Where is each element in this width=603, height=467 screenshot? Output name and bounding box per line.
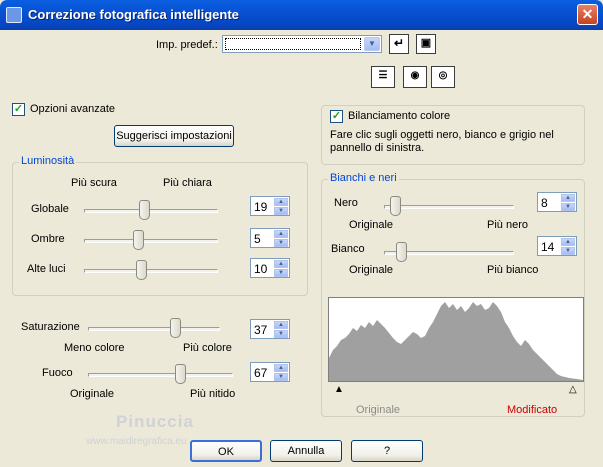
focus-slider-thumb[interactable]	[175, 364, 187, 384]
black-slider-track[interactable]	[384, 205, 514, 209]
spin-up-icon[interactable]: ▲	[274, 321, 288, 329]
ok-button[interactable]: OK	[190, 440, 262, 462]
color-balance-label: Bilanciamento colore	[348, 110, 451, 122]
saturation-max-label: Più colore	[183, 342, 232, 354]
white-max-label: Più bianco	[487, 264, 539, 276]
black-spinbox[interactable]: 8 ▲ ▼	[537, 192, 577, 212]
advanced-options-label: Opzioni avanzate	[30, 103, 115, 115]
white-min-label: Originale	[349, 264, 394, 276]
shadows-slider-track[interactable]	[84, 239, 218, 243]
color-balance-description-1: Fare clic sugli oggetti nero, bianco e g…	[330, 129, 554, 141]
highlights-spinbox[interactable]: 10 ▲ ▼	[250, 258, 290, 278]
global-slider-track[interactable]	[84, 209, 218, 213]
global-value: 19	[254, 200, 268, 214]
watermark-url: www.maidiregrafica.eu	[86, 436, 187, 447]
spin-up-icon[interactable]: ▲	[561, 238, 575, 246]
black-slider-thumb[interactable]	[389, 196, 401, 216]
shadows-value: 5	[254, 232, 261, 246]
histogram-modified-label: Modificato	[507, 404, 558, 416]
spin-up-icon[interactable]: ▲	[561, 194, 575, 202]
spin-up-icon[interactable]: ▲	[274, 230, 288, 238]
saturation-label: Saturazione	[21, 321, 80, 333]
spin-down-icon[interactable]: ▼	[561, 203, 575, 211]
help-button[interactable]: ?	[351, 440, 423, 462]
global-spinbox[interactable]: 19 ▲ ▼	[250, 196, 290, 216]
saturation-slider-thumb[interactable]	[170, 318, 182, 338]
spin-down-icon[interactable]: ▼	[274, 373, 288, 381]
white-label: Bianco	[331, 243, 365, 255]
highlights-value: 10	[254, 262, 268, 276]
spin-down-icon[interactable]: ▼	[274, 207, 288, 215]
focus-slider-track[interactable]	[88, 373, 233, 377]
color-balance-description-2: pannello di sinistra.	[330, 142, 425, 154]
histogram-graph	[329, 302, 583, 381]
split-view-icon[interactable]: ☰	[371, 66, 395, 88]
reset-arrow-icon[interactable]: ↵	[389, 34, 409, 54]
shadows-slider-thumb[interactable]	[133, 230, 145, 250]
global-label: Globale	[31, 203, 69, 215]
white-point-marker-icon[interactable]: △	[569, 385, 577, 395]
spin-down-icon[interactable]: ▼	[274, 330, 288, 338]
highlights-slider-thumb[interactable]	[135, 260, 147, 280]
white-spinbox[interactable]: 14 ▲ ▼	[537, 236, 577, 256]
brightness-group-title: Luminosità	[19, 155, 77, 167]
save-disk-icon[interactable]: ▣	[416, 34, 436, 54]
cancel-button[interactable]: Annulla	[270, 440, 342, 462]
title-bar: Correzione fotografica intelligente ✕	[0, 0, 603, 30]
saturation-min-label: Meno colore	[64, 342, 125, 354]
darker-label: Più scura	[71, 177, 117, 189]
histogram-original-label: Originale	[356, 404, 401, 416]
black-white-group-title: Bianchi e neri	[328, 172, 399, 184]
spin-down-icon[interactable]: ▼	[561, 247, 575, 255]
suggest-settings-button[interactable]: Suggerisci impostazioni	[114, 125, 234, 147]
black-value: 8	[541, 196, 548, 210]
eye-dropper-icon[interactable]: ◉	[403, 66, 427, 88]
lighter-label: Più chiara	[163, 177, 212, 189]
black-max-label: Più nero	[487, 219, 528, 231]
global-slider-thumb[interactable]	[139, 200, 151, 220]
shadows-spinbox[interactable]: 5 ▲ ▼	[250, 228, 290, 248]
histogram-fill	[329, 302, 583, 381]
shadows-label: Ombre	[31, 233, 65, 245]
saturation-slider-track[interactable]	[88, 327, 220, 331]
histogram	[328, 297, 584, 382]
black-min-label: Originale	[349, 219, 394, 231]
close-button[interactable]: ✕	[577, 4, 598, 25]
white-slider-thumb[interactable]	[395, 242, 407, 262]
spin-down-icon[interactable]: ▼	[274, 269, 288, 277]
focus-spinbox[interactable]: 67 ▲ ▼	[250, 362, 290, 382]
focus-max-label: Più nitido	[190, 388, 236, 400]
focus-min-label: Originale	[70, 388, 115, 400]
focus-value: 67	[254, 366, 268, 380]
window-title: Correzione fotografica intelligente	[28, 7, 239, 22]
black-point-marker-icon[interactable]: ▲	[334, 385, 344, 395]
color-balance-checkbox[interactable]: ✓	[330, 110, 343, 123]
saturation-spinbox[interactable]: 37 ▲ ▼	[250, 319, 290, 339]
preset-label: Imp. predef.:	[156, 39, 218, 51]
eye-icon[interactable]: ◎	[431, 66, 455, 88]
spin-up-icon[interactable]: ▲	[274, 198, 288, 206]
spin-up-icon[interactable]: ▲	[274, 260, 288, 268]
highlights-slider-track[interactable]	[84, 269, 218, 273]
app-icon	[6, 7, 22, 23]
chevron-down-icon[interactable]: ▼	[364, 37, 380, 51]
advanced-options-checkbox[interactable]: ✓	[12, 103, 25, 116]
focus-label: Fuoco	[42, 367, 73, 379]
spin-down-icon[interactable]: ▼	[274, 239, 288, 247]
preset-dropdown[interactable]: ▼	[222, 35, 382, 53]
white-value: 14	[541, 240, 555, 254]
highlights-label: Alte luci	[27, 263, 66, 275]
black-label: Nero	[334, 197, 358, 209]
saturation-value: 37	[254, 323, 268, 337]
watermark-name: Pinuccia	[116, 412, 194, 431]
preset-value	[225, 38, 361, 50]
spin-up-icon[interactable]: ▲	[274, 364, 288, 372]
